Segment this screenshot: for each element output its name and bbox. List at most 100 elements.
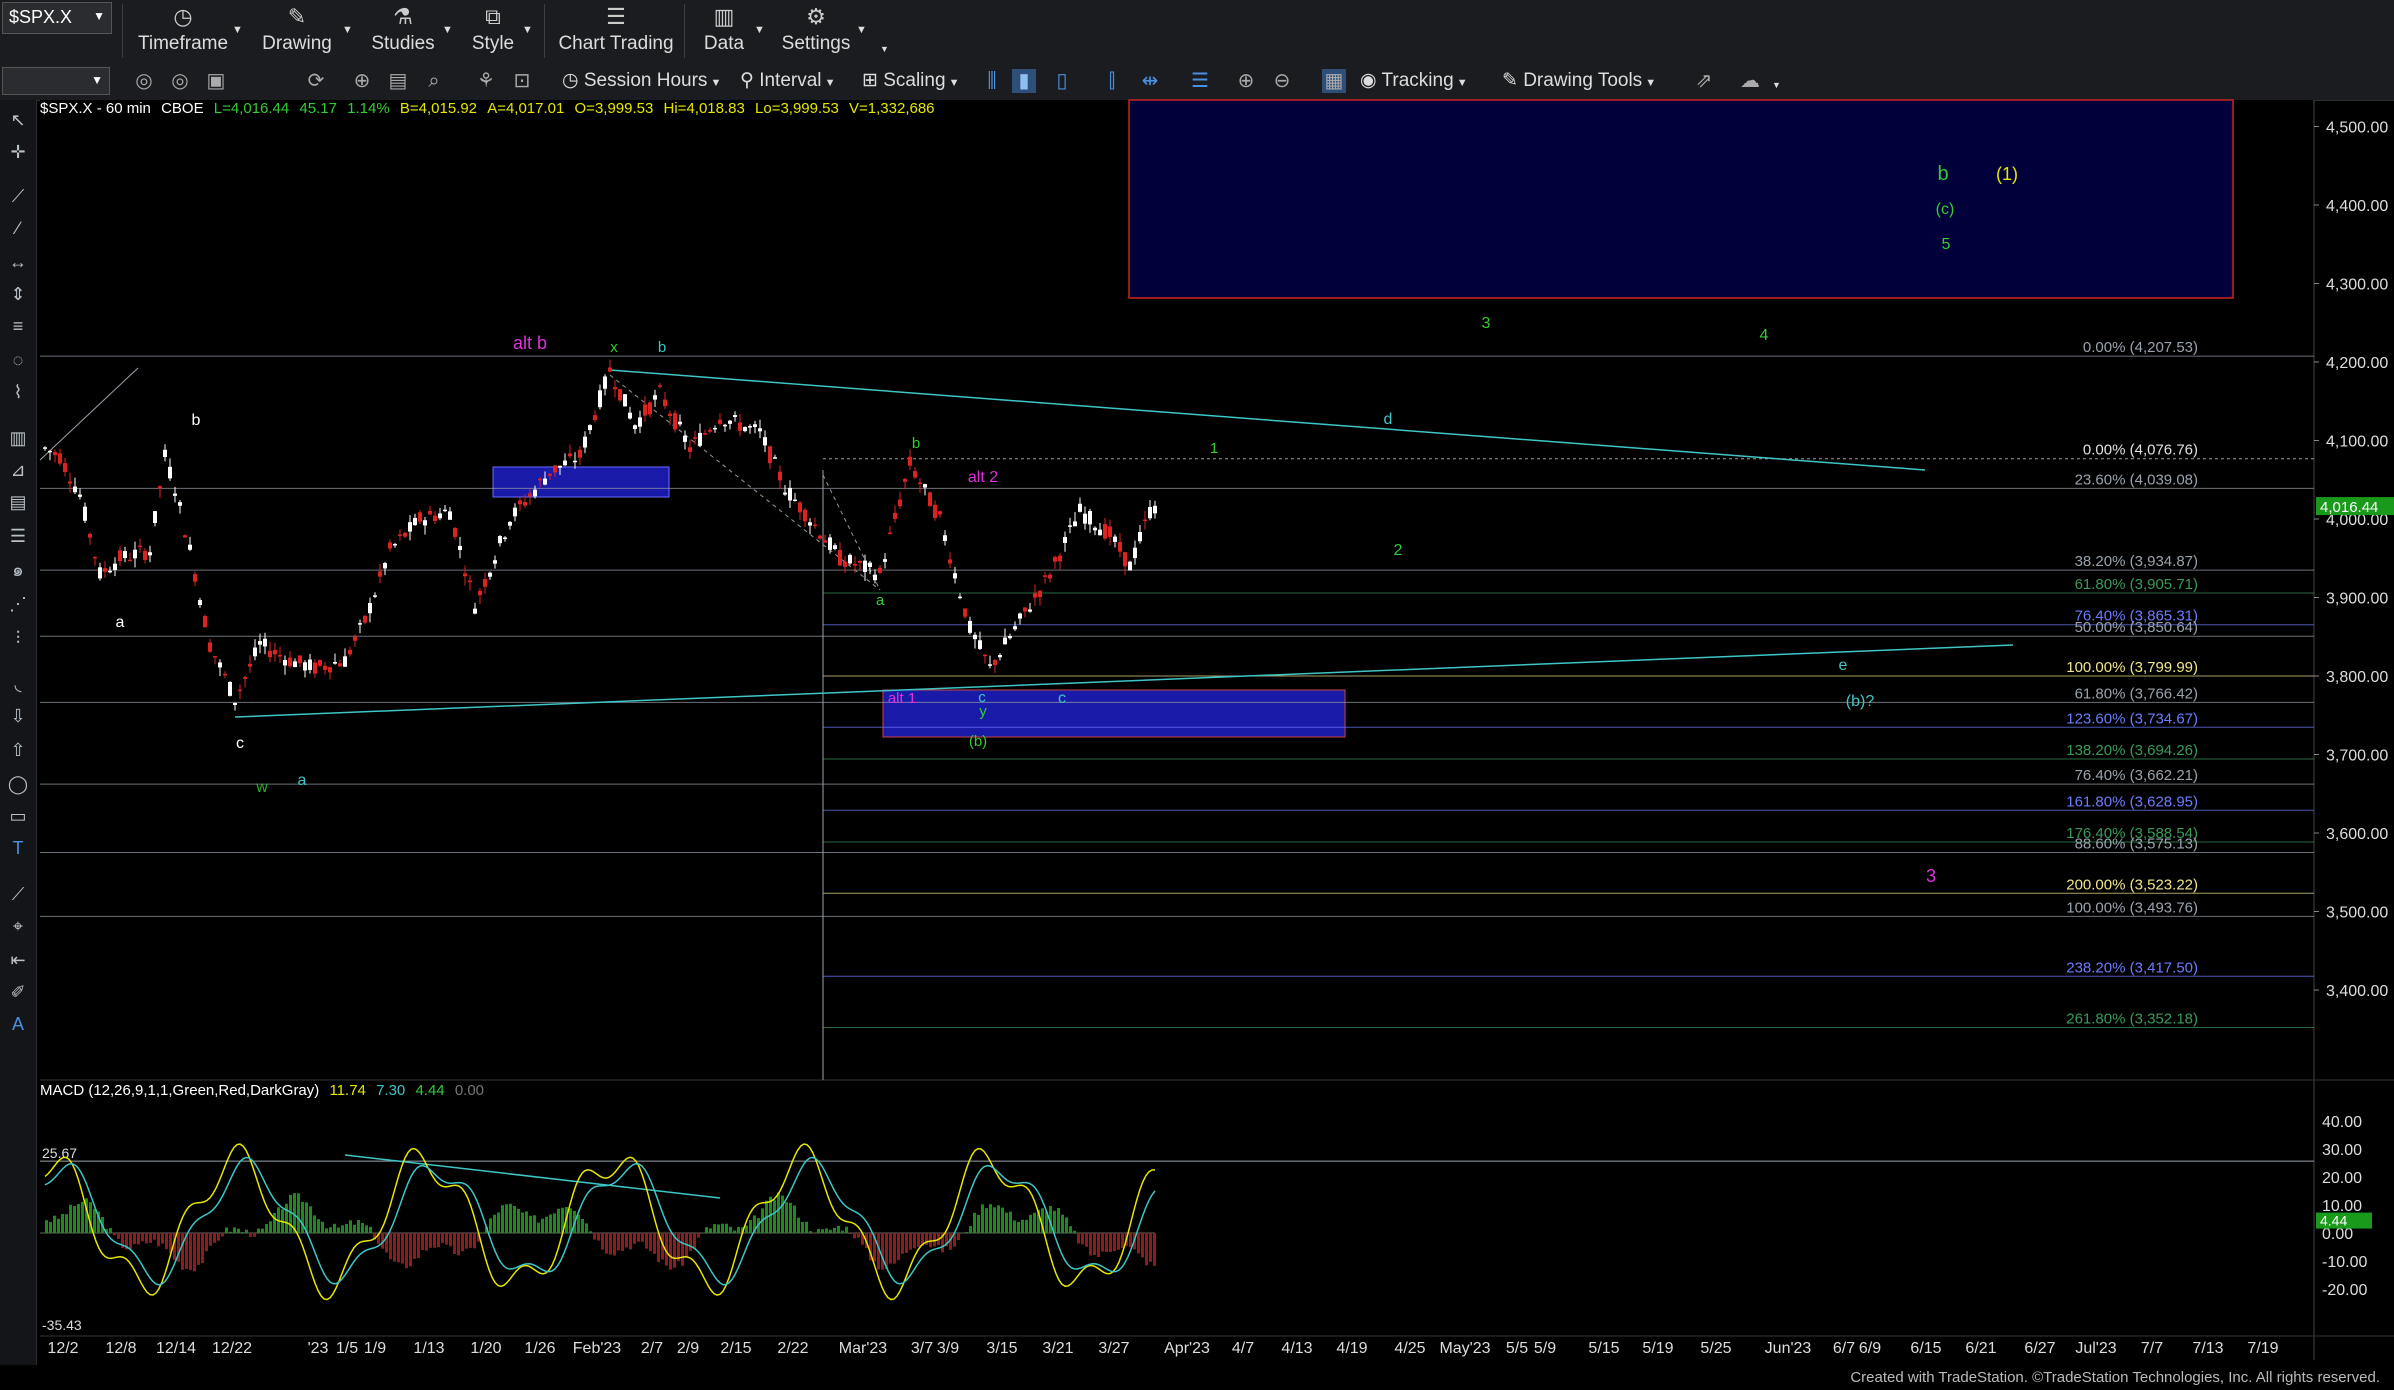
date-axis-label: 5/5 [1506,1340,1528,1357]
macd-histogram-bar [813,1233,816,1234]
macd-histogram-bar [141,1233,144,1242]
candle-body [488,572,492,577]
macd-histogram-bar [597,1233,600,1241]
macd-histogram-bar [1153,1233,1156,1266]
macd-histogram-bar [313,1215,316,1233]
macd-histogram-bar [341,1225,344,1233]
macd-histogram-bar [301,1201,304,1233]
candle-body [128,559,132,562]
candle-body [393,544,397,546]
candle-body [173,493,177,496]
candle-body [1093,527,1097,531]
candle-body [638,417,642,427]
macd-histogram-bar [621,1233,624,1251]
macd-histogram-bar [1097,1233,1100,1258]
fib-label: 0.00% (4,076.76) [2083,442,2198,459]
macd-histogram-bar [1013,1220,1016,1233]
macd-histogram-bar [237,1228,240,1233]
date-axis-label: 3/15 [986,1340,1017,1357]
macd-histogram-bar [585,1223,588,1233]
candle-body [158,486,162,489]
date-axis-label: 4/13 [1281,1340,1312,1357]
macd-histogram-bar [453,1233,456,1255]
wave-label: 4 [1760,327,1769,344]
macd-header: MACD (12,26,9,1,1,Green,Red,DarkGray) 11… [40,1082,484,1099]
wave-label: a [876,592,885,609]
candle-body [913,471,917,478]
candle-body [408,522,412,532]
date-axis-label: 1/5 [336,1340,358,1357]
macd-histogram-bar [445,1233,448,1245]
macd-histogram-bar [881,1233,884,1270]
candle-body [613,387,617,390]
candle-body [1078,503,1082,512]
macd-histogram-bar [1073,1230,1076,1233]
candle-body [398,534,402,536]
candle-body [118,550,122,562]
candle-body [423,520,427,526]
date-axis-label: 5/9 [1534,1340,1556,1357]
price-axis-label: 3,500.00 [2326,905,2388,922]
macd-histogram-bar [189,1233,192,1271]
macd-histogram-bar [633,1233,636,1244]
candle-body [883,559,887,562]
candle-body [578,449,582,458]
macd-histogram-bar [1093,1233,1096,1256]
candle-body [138,545,142,548]
macd-histogram-bar [533,1215,536,1233]
net-change: 45.17 [299,100,337,117]
macd-histogram-bar [841,1230,844,1233]
candle-body [643,404,647,416]
candle-body [1058,555,1062,562]
macd-histogram-bar [353,1224,356,1233]
macd-line [44,1143,1156,1301]
macd-histogram-bar [629,1233,632,1250]
price-axis-label: 4,500.00 [2326,120,2388,137]
date-axis-label: 6/9 [1859,1340,1881,1357]
macd-histogram-bar [857,1233,860,1238]
macd-histogram-bar [589,1231,592,1233]
candle-body [978,640,982,649]
macd-histogram-bar [461,1233,464,1252]
candle-body [583,436,587,448]
macd-histogram-bar [149,1233,152,1243]
copyright-footer: Created with TradeStation. ©TradeStation… [1850,1369,2380,1386]
candle-body [1128,561,1132,571]
macd-histogram-bar [1117,1233,1120,1250]
macd-histogram-bar [317,1219,320,1233]
date-axis-label: 1/20 [470,1340,501,1357]
macd-histogram-bar [413,1233,416,1259]
candle-body [503,537,507,539]
candle-body [663,399,667,407]
candle-body [218,662,222,668]
candle-body [1043,575,1047,577]
candle-body [518,500,522,505]
candle-body [348,649,352,655]
price-axis-label: 3,900.00 [2326,591,2388,608]
date-axis-label: 3/9 [937,1340,959,1357]
macd-histogram-bar [581,1218,584,1233]
wave-label: (1) [1996,164,2018,184]
price-chart[interactable]: 4,500.00 4,400.00 4,300.00 4,200.00 4,100.00… [0,0,2394,1390]
macd-value: 11.74 [329,1082,366,1099]
macd-histogram-bar [609,1233,612,1255]
candle-body [93,556,97,559]
candle-body [73,486,77,493]
macd-histogram-bar [497,1212,500,1233]
candle-body [403,532,407,537]
candle-body [963,608,967,617]
macd-histogram-bar [361,1223,364,1233]
candle-body [668,413,672,417]
date-axis-label: Jul'23 [2075,1340,2116,1357]
wave-label: alt 2 [968,469,998,486]
macd-histogram-bar [45,1220,48,1233]
candle-body [928,492,932,507]
volume: V=1,332,686 [849,100,935,117]
macd-histogram-bar [705,1227,708,1233]
wave-label: a [116,614,125,631]
candle-body [528,493,532,497]
macd-histogram-bar [389,1233,392,1260]
macd-histogram-bar [309,1206,312,1233]
macd-histogram-bar [165,1233,168,1250]
macd-histogram-bar [537,1222,540,1233]
